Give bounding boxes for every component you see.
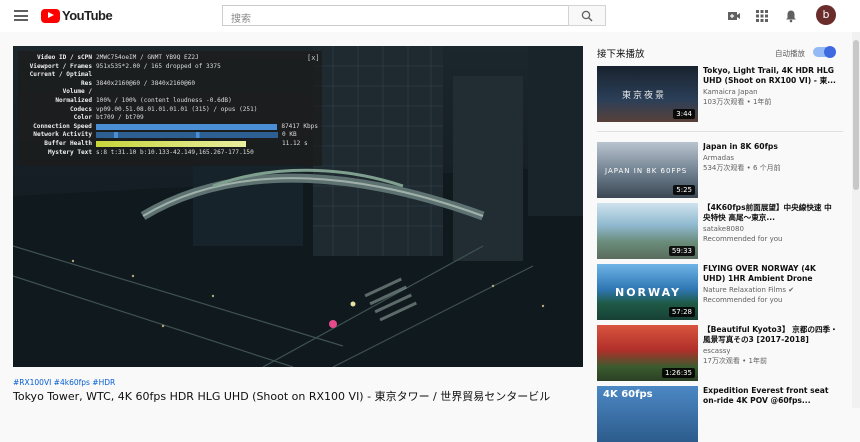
video-thumbnail[interactable]: 4K 60fps [597,386,698,442]
apps-grid-icon[interactable] [755,9,769,23]
recommended-video-card[interactable]: NORWAY 57:28 FLYING OVER NORWAY (4K UHD)… [597,264,847,320]
thumbnail-caption: NORWAY [615,286,682,299]
verified-check-icon: ✔ [788,286,795,294]
video-duration: 3:44 [673,109,695,119]
stats-row: Volume / [62,88,92,96]
autoplay-label: 自动播放 [775,49,805,58]
stats-row: Video ID / sCPN 2MWC754oeIM / GNMT YB9Q E… [36,54,199,61]
video-card-title[interactable]: 【4K60fps前面展望】中央線快速 中央特快 高尾～東京... [703,203,839,223]
video-title: Tokyo Tower, WTC, 4K 60fps HDR HLG UHD (… [13,390,551,403]
section-divider [597,131,843,132]
stats-row: Network Activity 0 KB [33,131,297,139]
video-meta: Tokyo, Light Trail, 4K HDR HLG UHD (Shoo… [703,66,839,107]
video-duration: 5:25 [673,185,695,195]
video-card-channel[interactable]: satake8080 [703,224,839,234]
menu-icon[interactable] [14,10,28,21]
search-icon [581,10,593,21]
logo-wordmark: YouTube [62,8,113,23]
youtube-logo[interactable]: YouTube [41,8,113,23]
search-button[interactable] [568,5,606,26]
up-next-heading: 接下来播放 [597,49,645,60]
search-input[interactable]: 搜索 [222,5,568,26]
thumbnail-caption: 東京夜景 [622,91,667,101]
video-meta: Expedition Everest front seat on-ride 4K… [703,386,839,406]
scrollbar-thumb[interactable] [853,40,859,190]
stats-row: Viewport / Frames 951x535*2.00 / 165 drop… [29,62,221,70]
video-card-stats: Recommended for you [703,296,783,304]
video-card-channel[interactable]: Kamaicra Japan [703,87,839,97]
stats-close-button[interactable]: [x] [307,54,320,63]
stats-row: Normalized 100% / 100% (content loudness … [55,96,232,104]
recommended-video-card[interactable]: 4K 60fps Expedition Everest front seat o… [597,386,847,442]
network-activity-bar [96,132,278,139]
video-card-title[interactable]: Japan in 8K 60fps [703,142,839,152]
recommended-video-card[interactable]: 東京夜景 3:44 Tokyo, Light Trail, 4K HDR HLG… [597,66,847,122]
video-thumbnail[interactable]: 東京夜景 3:44 [597,66,698,122]
youtube-play-icon [41,8,60,23]
video-thumbnail[interactable]: 1:26:35 [597,325,698,381]
video-card-stats: 103万次观看 • 1年前 [703,98,772,106]
page-scrollbar[interactable] [852,32,860,408]
avatar[interactable]: b [816,5,836,25]
buffer-health-bar [96,140,246,147]
stats-row: Buffer Health 11.12 s [44,139,308,147]
video-thumbnail[interactable]: NORWAY 57:28 [597,264,698,320]
video-duration: 59:33 [668,246,695,256]
top-bar: YouTube 搜索 b [0,0,860,32]
video-meta: 【Beautiful Kyoto3】 京都の四季・風景写真その3 [2017-2… [703,325,839,366]
video-meta: 【4K60fps前面展望】中央線快速 中央特快 高尾～東京... satake8… [703,203,839,244]
video-meta: FLYING OVER NORWAY (4K UHD) 1HR Ambient … [703,264,839,305]
autoplay-toggle[interactable] [813,46,836,58]
video-card-title[interactable]: 【Beautiful Kyoto3】 京都の四季・風景写真その3 [2017-2… [703,325,839,345]
thumbnail-caption: 4K 60fps [603,389,653,400]
video-thumbnail[interactable]: JAPAN IN 8K 60FPS 5:25 [597,142,698,198]
video-thumbnail[interactable]: 59:33 [597,203,698,259]
stats-row: Color bt709 / bt709 [73,114,144,122]
channel-name[interactable]: Nature Relaxation Films [703,286,786,294]
connection-speed-bar [95,123,278,130]
video-card-title[interactable]: FLYING OVER NORWAY (4K UHD) 1HR Ambient … [703,264,839,284]
video-card-channel[interactable]: Nature Relaxation Films ✔ [703,285,839,295]
video-card-stats: 534万次观看 • 6 个月前 [703,164,781,172]
video-card-title[interactable]: Expedition Everest front seat on-ride 4K… [703,386,839,406]
recommended-video-card[interactable]: JAPAN IN 8K 60FPS 5:25 Japan in 8K 60fps… [597,142,847,198]
video-card-channel[interactable]: Armadas [703,153,839,163]
video-duration: 1:26:35 [662,368,695,378]
video-card-stats: Recommended for you [703,235,783,243]
notifications-bell-icon[interactable] [784,9,798,23]
video-hashtags[interactable]: #RX100VI #4k60fps #HDR [13,378,115,387]
create-video-icon[interactable] [727,9,741,23]
thumbnail-caption: JAPAN IN 8K 60FPS [605,167,688,175]
video-meta: Japan in 8K 60fps Armadas 534万次观看 • 6 个月… [703,142,839,173]
stats-for-nerds-panel: [x] Video ID / sCPN 2MWC754oeIM / GNMT YB… [18,51,322,166]
video-card-channel[interactable]: escassy [703,346,839,356]
stats-row: Codecs vp09.00.51.08.01.01.01.01 (315) / … [69,105,258,113]
video-card-title[interactable]: Tokyo, Light Trail, 4K HDR HLG UHD (Shoo… [703,66,839,86]
video-card-stats: 17万次观看 • 1年前 [703,357,767,365]
video-duration: 57:28 [668,307,695,317]
stats-row: Res 3840x2160@60 / 3840x2160@60 [80,79,196,87]
stats-row: Current / Optimal [29,71,92,79]
stats-row: Mystery Text s:8 t:31.10 b:10.133-42.149,… [47,148,254,156]
recommended-video-card[interactable]: 59:33 【4K60fps前面展望】中央線快速 中央特快 高尾～東京... s… [597,203,847,259]
video-player[interactable]: [x] Video ID / sCPN 2MWC754oeIM / GNMT YB… [13,46,583,367]
recommended-video-card[interactable]: 1:26:35 【Beautiful Kyoto3】 京都の四季・風景写真その3… [597,325,847,381]
